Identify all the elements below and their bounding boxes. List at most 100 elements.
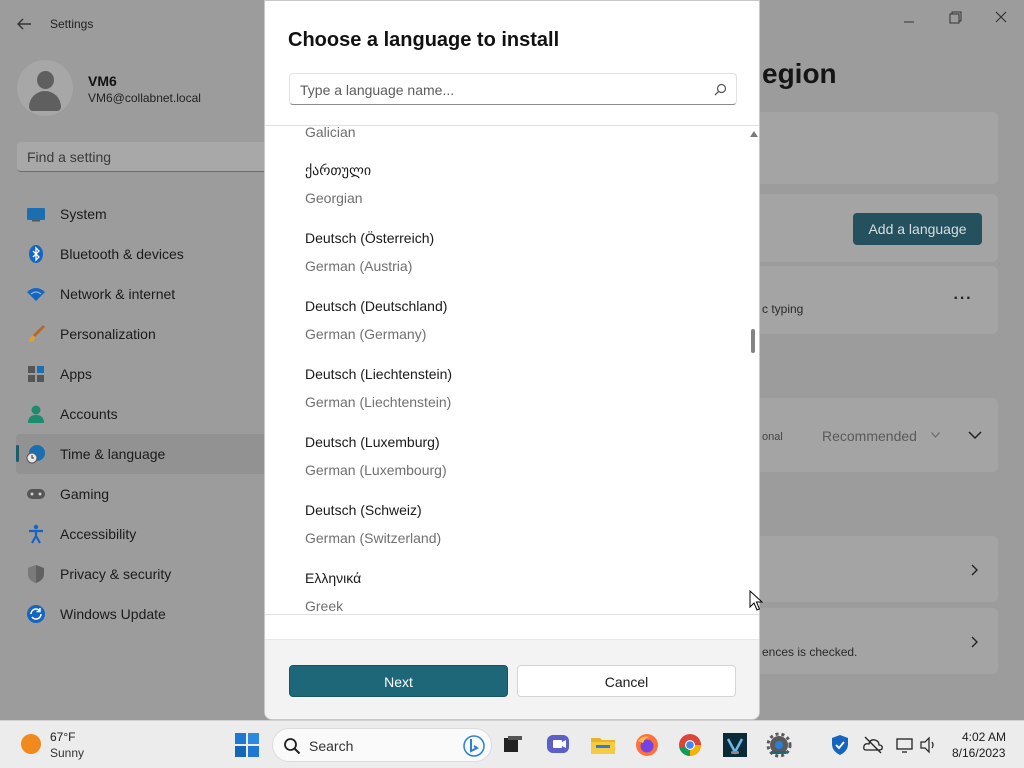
onedrive-offline-icon[interactable]	[862, 734, 884, 756]
apps-icon	[28, 366, 44, 382]
sun-weather-icon[interactable]	[21, 734, 41, 754]
mouse-pointer-icon	[749, 590, 763, 611]
sidebar-item-accessibility[interactable]: Accessibility	[16, 514, 266, 554]
sidebar-item-label: Privacy & security	[60, 566, 172, 582]
clock-time[interactable]: 4:02 AM	[962, 730, 1006, 744]
back-arrow-icon	[17, 18, 31, 30]
language-item[interactable]: Ελληνικά Greek	[265, 566, 745, 614]
teams-chat-icon[interactable]	[545, 732, 571, 758]
user-email: VM6@collabnet.local	[88, 91, 201, 105]
add-language-button[interactable]: Add a language	[853, 213, 982, 245]
cancel-button[interactable]: Cancel	[517, 665, 736, 697]
language-item[interactable]: Deutsch (Schweiz) German (Switzerland)	[265, 498, 745, 566]
language-search-input[interactable]	[300, 80, 700, 100]
bluetooth-icon	[29, 245, 43, 263]
sidebar-item-network[interactable]: Network & internet	[16, 274, 266, 314]
sidebar-nav: System Bluetooth & devices Network & int…	[16, 194, 266, 634]
choose-language-dialog: Choose a language to install Galician ქა…	[264, 0, 760, 720]
sidebar-item-accounts[interactable]: Accounts	[16, 394, 266, 434]
sidebar-item-label: Accessibility	[60, 526, 137, 542]
sidebar-item-system[interactable]: System	[16, 194, 266, 234]
dialog-title: Choose a language to install	[288, 29, 560, 51]
task-view-icon[interactable]	[500, 732, 526, 758]
accessibility-icon	[29, 524, 43, 544]
divider	[265, 614, 759, 615]
find-setting-input[interactable]: Find a setting	[17, 142, 267, 172]
globe-clock-icon	[26, 445, 45, 464]
settings-card	[760, 112, 998, 184]
sidebar-item-apps[interactable]: Apps	[16, 354, 266, 394]
language-native-name: Ελληνικά	[305, 570, 362, 586]
weather-temperature[interactable]: 67°F	[50, 730, 75, 744]
chevron-right-icon	[971, 564, 978, 576]
selection-indicator	[16, 445, 19, 462]
next-button[interactable]: Next	[289, 665, 508, 697]
restore-icon	[949, 11, 962, 24]
language-item[interactable]: Deutsch (Deutschland) German (Germany)	[265, 294, 745, 362]
taskbar: 67°F Sunny Search 4:02 AM 8/16/2023	[0, 720, 1024, 768]
language-item[interactable]: Deutsch (Österreich) German (Austria)	[265, 226, 745, 294]
maximize-button[interactable]	[932, 6, 978, 28]
file-explorer-icon[interactable]	[590, 732, 616, 758]
language-item[interactable]: Deutsch (Liechtenstein) German (Liechten…	[265, 362, 745, 430]
related-setting-card[interactable]	[760, 608, 998, 674]
sidebar-item-label: Accounts	[60, 406, 118, 422]
network-icon[interactable]	[894, 734, 916, 756]
language-list[interactable]: Galician ქართული Georgian Deutsch (Öster…	[265, 126, 759, 614]
setting-description-text: ences is checked.	[762, 645, 858, 659]
language-english-name: Georgian	[305, 190, 363, 206]
sidebar-item-personalization[interactable]: Personalization	[16, 314, 266, 354]
vmware-icon[interactable]	[722, 732, 748, 758]
language-english-name: German (Germany)	[305, 326, 427, 342]
language-native-name: ქართული	[305, 162, 372, 178]
sidebar-item-label: Network & internet	[60, 286, 176, 302]
chrome-icon[interactable]	[677, 732, 703, 758]
app-title: Settings	[50, 17, 94, 31]
wifi-icon	[27, 288, 45, 301]
more-options-button[interactable]: ···	[950, 290, 976, 310]
close-button[interactable]	[978, 6, 1024, 28]
windows-start-icon[interactable]	[234, 732, 260, 758]
sidebar-item-label: Windows Update	[60, 606, 166, 622]
language-item[interactable]: ქართული Georgian	[265, 158, 745, 226]
back-button[interactable]	[12, 12, 36, 36]
related-setting-card[interactable]	[760, 536, 998, 602]
firefox-icon[interactable]	[634, 732, 660, 758]
scroll-thumb[interactable]	[751, 329, 755, 353]
bing-icon[interactable]	[463, 735, 485, 757]
gamepad-icon	[27, 489, 45, 499]
avatar[interactable]	[17, 60, 73, 116]
language-search-box[interactable]	[289, 73, 737, 105]
sidebar-item-bluetooth[interactable]: Bluetooth & devices	[16, 234, 266, 274]
clock-date[interactable]: 8/16/2023	[952, 746, 1005, 760]
language-english-name: Greek	[305, 598, 344, 614]
language-item[interactable]: Deutsch (Luxemburg) German (Luxembourg)	[265, 430, 745, 498]
volume-icon[interactable]	[918, 734, 940, 756]
sidebar-item-label: Bluetooth & devices	[60, 246, 184, 262]
sidebar-item-time-language[interactable]: Time & language	[16, 434, 266, 474]
page-title: egion	[762, 58, 837, 89]
minimize-button[interactable]	[886, 6, 932, 28]
language-english-name: German (Liechtenstein)	[305, 394, 452, 410]
sidebar-item-gaming[interactable]: Gaming	[16, 474, 266, 514]
weather-condition[interactable]: Sunny	[50, 746, 84, 760]
windows-security-icon[interactable]	[829, 734, 851, 756]
sidebar-item-label: System	[60, 206, 107, 222]
settings-gear-icon[interactable]	[766, 732, 792, 758]
taskbar-search[interactable]: Search	[272, 728, 492, 762]
optional-text: onal	[762, 431, 783, 443]
language-native-name: Deutsch (Schweiz)	[305, 502, 422, 518]
chevron-down-icon	[931, 432, 940, 438]
sidebar-item-label: Time & language	[60, 446, 166, 462]
taskbar-search-label: Search	[309, 738, 354, 754]
shield-icon	[28, 565, 44, 583]
scroll-up-arrow-icon[interactable]	[750, 131, 758, 137]
sidebar-item-privacy[interactable]: Privacy & security	[16, 554, 266, 594]
user-name: VM6	[88, 73, 117, 89]
sidebar-item-windows-update[interactable]: Windows Update	[16, 594, 266, 634]
language-native-name: Deutsch (Österreich)	[305, 230, 435, 246]
regional-format-dropdown[interactable]: Recommended	[814, 422, 948, 450]
list-scrollbar[interactable]	[747, 127, 759, 613]
expand-chevron-icon[interactable]	[966, 428, 984, 442]
search-icon[interactable]	[714, 83, 727, 96]
